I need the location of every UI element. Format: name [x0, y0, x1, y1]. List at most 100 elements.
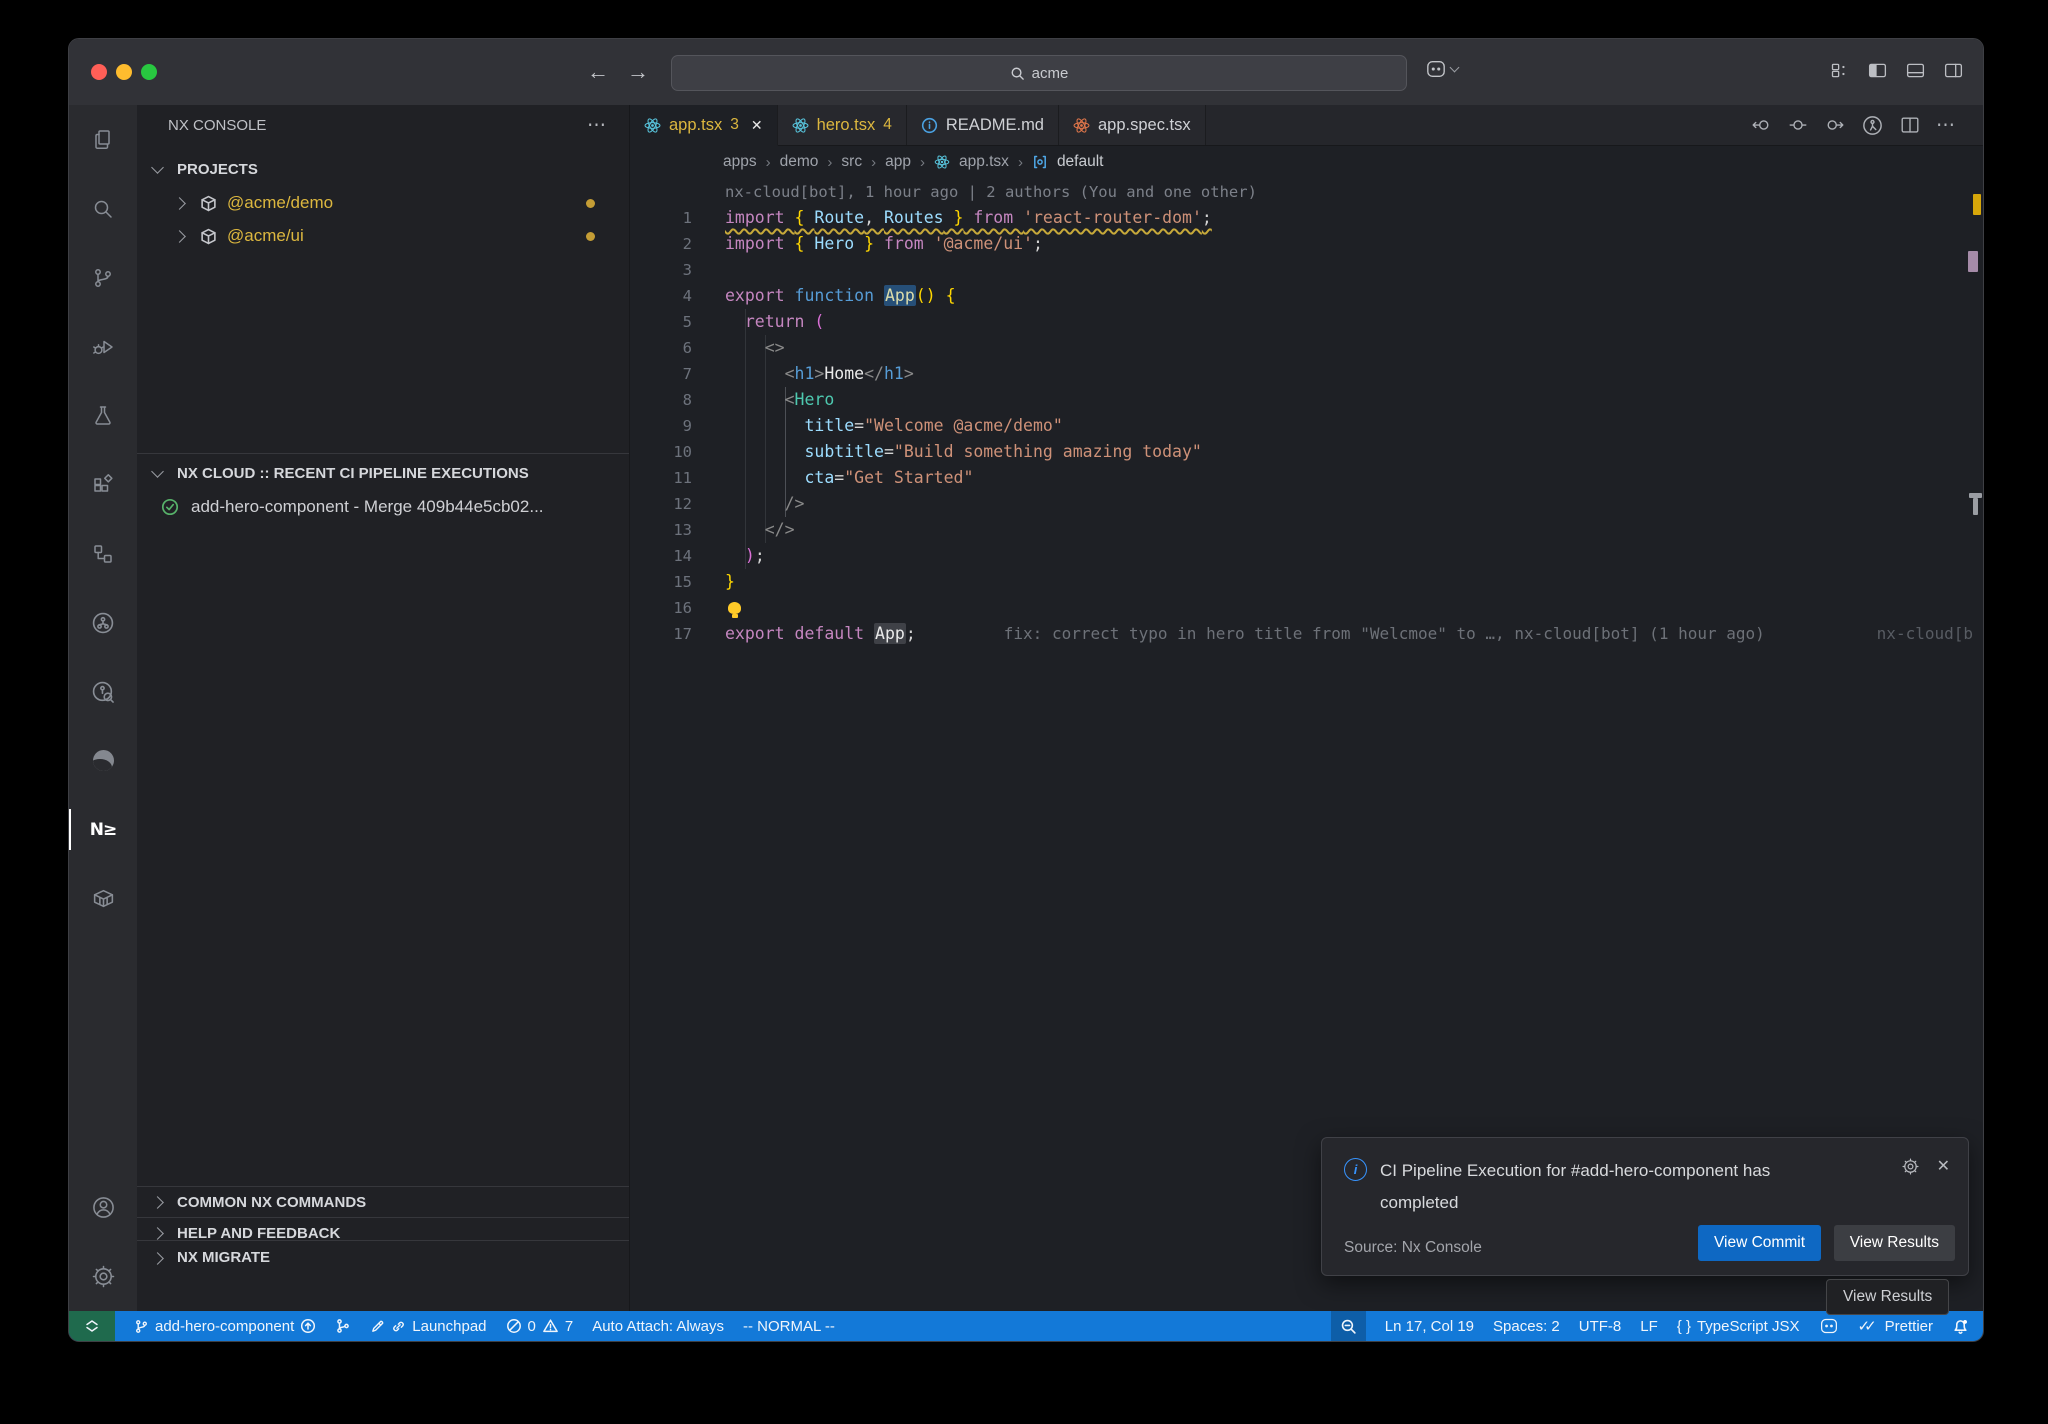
line-number[interactable]: 7 [630, 361, 692, 387]
line-number[interactable]: 5 [630, 309, 692, 335]
project-acme-ui[interactable]: @acme/ui [137, 220, 629, 252]
overview-ruler[interactable] [1969, 179, 1983, 1311]
code-line-14[interactable]: 14 ); [630, 543, 1983, 569]
code-line-13[interactable]: 13 </> [630, 517, 1983, 543]
close-tab-icon[interactable]: ✕ [751, 117, 763, 134]
line-number[interactable]: 11 [630, 465, 692, 491]
code-line-4[interactable]: 4export function App() { [630, 283, 1983, 309]
line-number[interactable]: 8 [630, 387, 692, 413]
code-line-17[interactable]: 17export default App;fix: correct typo i… [630, 621, 1983, 647]
code-line-12[interactable]: 12 /> [630, 491, 1983, 517]
pipeline-execution-item[interactable]: add-hero-component - Merge 409b44e5cb02.… [137, 491, 629, 523]
breadcrumb-item[interactable]: demo [780, 153, 819, 171]
zoom-indicator[interactable] [1331, 1311, 1366, 1341]
activity-containers[interactable] [69, 864, 137, 933]
activity-nx-console[interactable]: N≥ [69, 795, 137, 864]
history-forward-button[interactable]: → [627, 57, 649, 87]
toggle-secondary-sidebar-icon[interactable] [1943, 60, 1964, 81]
line-number[interactable]: 14 [630, 543, 692, 569]
indentation-item[interactable]: Spaces: 2 [1493, 1318, 1560, 1335]
profiles-menu[interactable] [1425, 59, 1458, 79]
code-line-2[interactable]: 2import { Hero } from '@acme/ui'; [630, 231, 1983, 257]
line-number[interactable]: 16 [630, 595, 692, 621]
settings-button[interactable] [69, 1242, 137, 1311]
encoding-item[interactable]: UTF-8 [1579, 1318, 1622, 1335]
breadcrumb-item[interactable]: app [885, 153, 911, 171]
line-number[interactable]: 10 [630, 439, 692, 465]
code-line-16[interactable]: 16 [630, 595, 1983, 621]
breadcrumb-item[interactable]: app.tsx [959, 153, 1009, 171]
code-line-8[interactable]: 8 <Hero [630, 387, 1983, 413]
activity-edge-browser[interactable] [69, 726, 137, 795]
code-line-9[interactable]: 9 title="Welcome @acme/demo" [630, 413, 1983, 439]
tab-hero-tsx[interactable]: hero.tsx 4 [778, 105, 907, 145]
line-number[interactable]: 6 [630, 335, 692, 361]
history-back-button[interactable]: ← [587, 57, 609, 87]
breadcrumb-item[interactable]: default [1057, 153, 1104, 171]
editor-more-actions-icon[interactable]: ⋯ [1936, 114, 1956, 137]
view-commit-button[interactable]: View Commit [1698, 1225, 1821, 1261]
tab-app-tsx[interactable]: app.tsx 3 ✕ [630, 105, 778, 146]
language-mode-item[interactable]: { } TypeScript JSX [1677, 1318, 1800, 1335]
project-acme-demo[interactable]: @acme/demo [137, 187, 629, 219]
launchpad-item[interactable]: Launchpad [370, 1318, 486, 1335]
activity-extensions[interactable] [69, 450, 137, 519]
line-number[interactable]: 9 [630, 413, 692, 439]
vim-mode-item[interactable]: -- NORMAL -- [743, 1318, 835, 1335]
remote-indicator[interactable] [69, 1311, 115, 1341]
activity-run-debug[interactable] [69, 312, 137, 381]
code-line-10[interactable]: 10 subtitle="Build something amazing tod… [630, 439, 1983, 465]
tab-readme-md[interactable]: README.md [907, 105, 1059, 145]
git-graph-button[interactable] [335, 1318, 351, 1334]
editor-nav-current-icon[interactable] [1787, 114, 1809, 136]
breadcrumb-item[interactable]: apps [723, 153, 757, 171]
line-number[interactable]: 12 [630, 491, 692, 517]
activity-gitlens[interactable] [69, 657, 137, 726]
cursor-position-item[interactable]: Ln 17, Col 19 [1385, 1318, 1474, 1335]
section-projects[interactable]: PROJECTS [137, 153, 629, 185]
profiles-status-item[interactable] [1819, 1317, 1839, 1335]
activity-explorer[interactable] [69, 105, 137, 174]
activity-search[interactable] [69, 174, 137, 243]
section-nx-cloud[interactable]: NX CLOUD :: RECENT CI PIPELINE EXECUTION… [137, 457, 629, 489]
split-editor-icon[interactable] [1899, 114, 1921, 136]
code-line-5[interactable]: 5 return ( [630, 309, 1983, 335]
editor-nav-back-icon[interactable] [1750, 114, 1772, 136]
editor-nav-forward-icon[interactable] [1824, 114, 1846, 136]
activity-references[interactable] [69, 519, 137, 588]
formatter-item[interactable]: ✓✓ Prettier [1858, 1317, 1934, 1335]
minimize-window-button[interactable] [116, 64, 132, 80]
run-file-icon[interactable] [1861, 114, 1884, 137]
notifications-bell[interactable] [1952, 1318, 1969, 1335]
lightbulb-icon[interactable] [728, 602, 741, 614]
command-center-search[interactable]: acme [671, 55, 1407, 91]
notification-settings-gear-icon[interactable] [1901, 1157, 1920, 1176]
git-branch-item[interactable]: add-hero-component [134, 1318, 316, 1335]
line-number[interactable]: 3 [630, 257, 692, 283]
tab-app-spec-tsx[interactable]: app.spec.tsx [1059, 105, 1206, 145]
line-number[interactable]: 17 [630, 621, 692, 647]
activity-testing[interactable] [69, 381, 137, 450]
view-results-button[interactable]: View Results [1834, 1225, 1955, 1261]
section-nx-migrate[interactable]: NX MIGRATE [137, 1240, 629, 1311]
breadcrumb-item[interactable]: src [841, 153, 862, 171]
line-number[interactable]: 13 [630, 517, 692, 543]
accounts-button[interactable] [69, 1173, 137, 1242]
code-line-11[interactable]: 11 cta="Get Started" [630, 465, 1983, 491]
code-line-6[interactable]: 6 <> [630, 335, 1983, 361]
code-line-3[interactable]: 3 [630, 257, 1983, 283]
auto-attach-item[interactable]: Auto Attach: Always [592, 1318, 724, 1335]
customize-layout-icon[interactable] [1829, 60, 1850, 81]
activity-nx-cloud[interactable] [69, 588, 137, 657]
line-number[interactable]: 1 [630, 205, 692, 231]
activity-source-control[interactable] [69, 243, 137, 312]
code-line-15[interactable]: 15} [630, 569, 1983, 595]
code-line-7[interactable]: 7 <h1>Home</h1> [630, 361, 1983, 387]
zoom-window-button[interactable] [141, 64, 157, 80]
code-line-1[interactable]: 1import { Route, Routes } from 'react-ro… [630, 205, 1983, 231]
problems-item[interactable]: 0 7 [506, 1318, 574, 1335]
section-common-nx-commands[interactable]: COMMON NX COMMANDS [137, 1186, 629, 1218]
close-notification-icon[interactable]: ✕ [1937, 1156, 1950, 1176]
line-number[interactable]: 2 [630, 231, 692, 257]
toggle-panel-icon[interactable] [1905, 60, 1926, 81]
